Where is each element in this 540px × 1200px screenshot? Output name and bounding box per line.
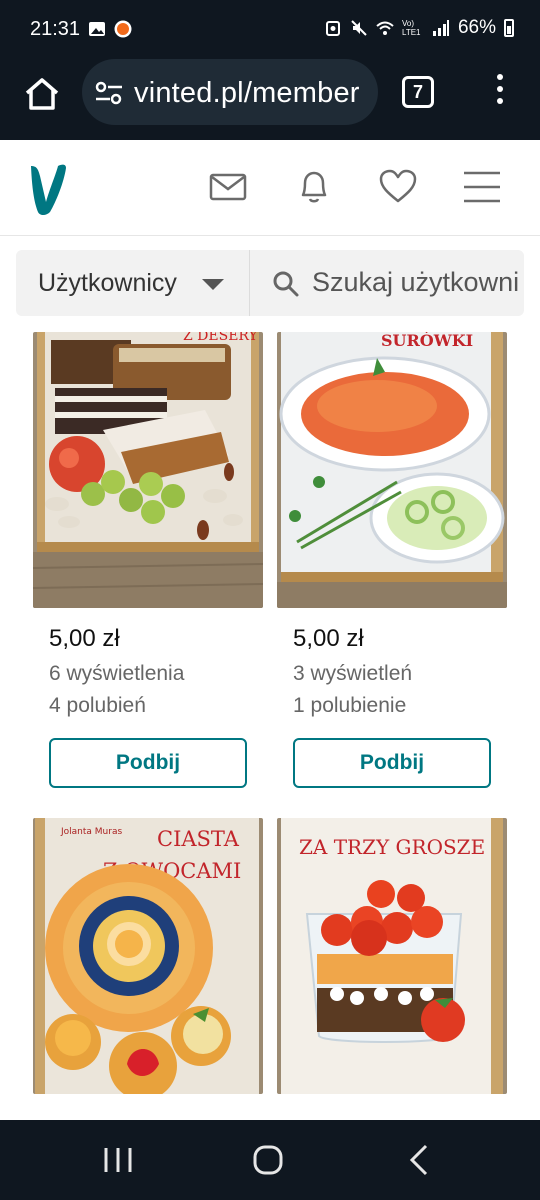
site-settings-icon[interactable] <box>94 81 124 105</box>
search-type-dropdown[interactable]: Użytkownicy <box>16 250 250 316</box>
product-image[interactable]: ZA TRZY GROSZE <box>277 818 507 1094</box>
chevron-down-icon <box>202 279 224 290</box>
browser-toolbar: vinted.pl/member 7 <box>0 56 540 140</box>
address-bar[interactable]: vinted.pl/member <box>82 59 378 125</box>
gallery-icon <box>89 22 105 36</box>
item-likes: 1 polubienie <box>293 694 407 717</box>
mute-icon <box>351 20 367 36</box>
vinted-logo[interactable] <box>28 162 68 218</box>
mail-icon[interactable] <box>208 167 248 207</box>
item-price: 5,00 zł <box>49 625 120 652</box>
bump-button[interactable]: Podbij <box>293 738 491 788</box>
item-views: 6 wyświetlenia <box>49 662 185 685</box>
alarm-icon <box>325 21 340 36</box>
notification-dot-icon <box>114 20 132 38</box>
battery-icon <box>504 19 514 37</box>
product-image[interactable]: Z DESERY <box>33 332 263 608</box>
hamburger-menu-icon[interactable] <box>462 167 502 207</box>
recent-apps-icon[interactable] <box>98 1140 138 1180</box>
item-likes: 4 polubień <box>49 694 146 717</box>
tab-switcher-button[interactable]: 7 <box>402 76 434 108</box>
volte-label: Vo) LTE1 <box>401 19 421 37</box>
product-image[interactable]: Jolanta Muras CIASTA Z OWOCAMI <box>33 818 263 1094</box>
browser-menu-icon[interactable] <box>490 74 510 108</box>
item-views: 3 wyświetleń <box>293 662 413 685</box>
signal-icon <box>432 20 449 36</box>
home-nav-icon[interactable] <box>248 1140 288 1180</box>
book-title-text: CIASTA <box>157 827 240 851</box>
search-input[interactable]: Szukaj użytkowników <box>250 250 524 316</box>
bump-button[interactable]: Podbij <box>49 738 247 788</box>
heart-icon[interactable] <box>378 167 418 207</box>
book-author-text: Jolanta Muras <box>60 827 122 837</box>
status-time: 21:31 <box>30 18 81 40</box>
url-text[interactable]: vinted.pl/member <box>134 77 366 110</box>
search-type-label: Użytkownicy <box>38 269 177 297</box>
book-title-text: Z DESERY <box>183 332 259 344</box>
product-image[interactable]: SURÓWKI <box>277 332 507 608</box>
bell-icon[interactable] <box>294 167 334 207</box>
system-nav-bar <box>0 1120 540 1200</box>
status-bar: 21:31 Vo) LTE1 66% <box>0 0 540 56</box>
home-icon[interactable] <box>22 74 62 114</box>
book-title-text: ZA TRZY GROSZE <box>299 835 485 859</box>
search-placeholder: Szukaj użytkowników <box>312 267 520 297</box>
item-price: 5,00 zł <box>293 625 364 652</box>
search-icon <box>273 271 299 297</box>
book-title-text: SURÓWKI <box>381 332 473 350</box>
back-icon[interactable] <box>400 1140 440 1180</box>
search-bar: Użytkownicy Szukaj użytkowników <box>16 250 524 316</box>
wifi-icon <box>376 21 394 35</box>
site-header <box>0 140 540 236</box>
battery-percent: 66% <box>457 17 496 38</box>
